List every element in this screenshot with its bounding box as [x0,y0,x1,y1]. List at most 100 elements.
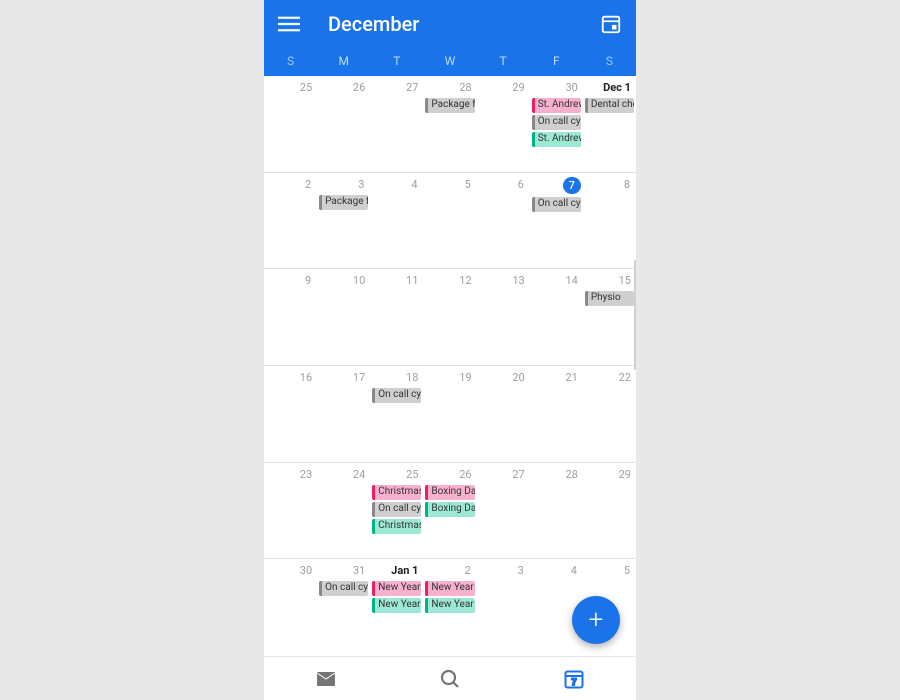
event-chip[interactable]: On call cy [372,388,421,403]
week-row: 232425ChristmasOn call cyChristmas26Boxi… [264,463,636,560]
day-number: 25 [297,80,315,95]
event-chip[interactable]: On call cy [532,197,581,212]
day-cell[interactable]: 26 [317,76,370,172]
event-list: On call cy [319,581,368,596]
day-cell[interactable]: 14 [530,269,583,365]
day-number: 19 [456,370,474,385]
month-grid[interactable]: 25262728Package f2930St. AndrewOn call c… [264,76,636,656]
svg-text:7: 7 [571,677,576,687]
event-chip[interactable]: Christmas [372,519,421,534]
today-icon[interactable] [600,13,622,35]
tab-calendar[interactable]: 7 [562,667,586,691]
event-chip[interactable]: Physio [585,291,634,306]
event-chip[interactable]: New Year [372,598,421,613]
event-list: Package f [319,195,368,210]
event-chip[interactable]: St. Andrew [532,98,581,113]
day-cell[interactable]: 12 [423,269,476,365]
event-chip[interactable]: On call cy [372,502,421,517]
day-cell[interactable]: 17 [317,366,370,462]
day-number: 11 [403,273,421,288]
day-number: 13 [509,273,527,288]
day-cell[interactable]: 27 [370,76,423,172]
event-chip[interactable]: New Year [425,598,474,613]
day-cell[interactable]: 16 [264,366,317,462]
day-cell[interactable]: 25 [264,76,317,172]
day-cell[interactable]: 30 [264,559,317,656]
event-list: St. Andrew On call cy St. Andrew [532,98,581,147]
day-number: Dec 1 [600,80,634,95]
event-chip[interactable]: Dental che [585,98,634,113]
day-number: 5 [620,563,634,578]
day-cell[interactable]: Dec 1 Dental che [583,76,636,172]
day-cell[interactable]: 27 [477,463,530,559]
weekday-label: S [264,54,317,68]
day-number: 30 [297,563,315,578]
day-cell[interactable]: 28Package f [423,76,476,172]
add-event-button[interactable]: + [572,596,620,644]
day-cell[interactable]: Jan 1 New Year New Year [370,559,423,656]
day-cell[interactable]: 15Physio [583,269,636,365]
menu-icon[interactable] [278,13,300,35]
day-cell[interactable]: 18 On call cy [370,366,423,462]
day-cell[interactable]: 6 [477,173,530,269]
event-chip[interactable]: On call cy [319,581,368,596]
day-cell[interactable]: 3 [477,559,530,656]
day-number: 4 [567,563,581,578]
day-cell[interactable]: 23 [264,463,317,559]
event-chip[interactable]: Boxing Da [425,502,474,517]
day-cell[interactable]: 25ChristmasOn call cyChristmas [370,463,423,559]
day-cell[interactable]: 30St. AndrewOn call cySt. Andrew [530,76,583,172]
event-chip[interactable]: Package f [425,98,474,113]
day-cell[interactable]: 29 [583,463,636,559]
event-list: On call cy [532,197,581,212]
month-title[interactable]: December [328,12,600,36]
day-cell[interactable]: 22 [583,366,636,462]
day-cell[interactable]: 20 [477,366,530,462]
day-number: Jan 1 [388,563,421,578]
day-number: 10 [350,273,368,288]
day-cell[interactable]: 24 [317,463,370,559]
event-list: Christmas On call cy Christmas [372,485,421,534]
scroll-indicator [634,260,636,370]
day-cell[interactable]: 5 [423,173,476,269]
day-cell[interactable]: 2 New Year New Year [423,559,476,656]
event-chip[interactable]: Boxing Da [425,485,474,500]
event-list: On call cy [372,388,421,403]
day-cell[interactable]: 28 [530,463,583,559]
day-cell[interactable]: 9 [264,269,317,365]
day-cell[interactable]: 26 Boxing Da Boxing Da [423,463,476,559]
day-cell[interactable]: 2 [264,173,317,269]
day-cell[interactable]: 3Package f [317,173,370,269]
day-number: 23 [297,467,315,482]
event-chip[interactable]: St. Andrew [532,132,581,147]
event-chip[interactable]: New Year [372,581,421,596]
day-cell[interactable]: 19 [423,366,476,462]
day-cell[interactable]: 21 [530,366,583,462]
plus-icon: + [589,605,604,635]
event-list: Physio [585,291,634,306]
event-chip[interactable]: Package f [319,195,368,210]
day-number: 26 [456,467,474,482]
day-number: 29 [616,467,634,482]
day-number: 2 [461,563,475,578]
day-number: 9 [301,273,315,288]
week-row: 1617 18 On call cy 19202122 [264,366,636,463]
tab-search[interactable] [438,667,462,691]
event-list: New Year New Year [425,581,474,613]
day-cell[interactable]: 29 [477,76,530,172]
day-cell[interactable]: 8 [583,173,636,269]
event-chip[interactable]: Christmas [372,485,421,500]
day-cell[interactable]: 10 [317,269,370,365]
week-row: 23Package f 4567On call cy8 [264,173,636,270]
day-number: 4 [407,177,421,192]
day-cell[interactable]: 13 [477,269,530,365]
tab-mail[interactable] [314,667,338,691]
day-number: 14 [562,273,580,288]
day-cell[interactable]: 11 [370,269,423,365]
day-cell[interactable]: 4 [370,173,423,269]
day-number: 18 [403,370,421,385]
day-cell[interactable]: 7On call cy [530,173,583,269]
event-chip[interactable]: New Year [425,581,474,596]
event-chip[interactable]: On call cy [532,115,581,130]
day-cell[interactable]: 31On call cy [317,559,370,656]
